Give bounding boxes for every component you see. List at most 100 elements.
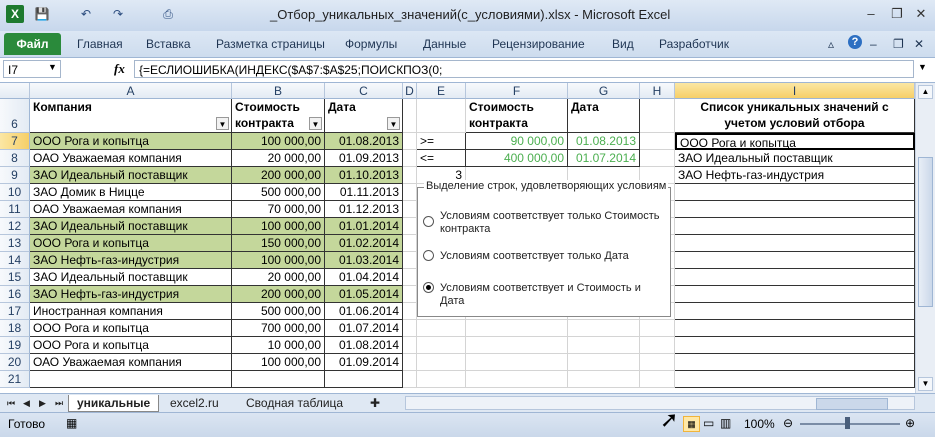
criteria-date[interactable]: 01.07.2014 [568, 150, 640, 167]
company-cell[interactable]: ЗАО Нефть-газ-индустрия [30, 252, 232, 269]
ribbon-restore-icon[interactable]: ❐ [893, 37, 904, 51]
cost-cell[interactable]: 70 000,00 [232, 201, 325, 218]
cost-cell[interactable]: 10 000,00 [232, 337, 325, 354]
radio-date-only[interactable] [423, 250, 434, 261]
date-cell[interactable]: 01.12.2013 [325, 201, 403, 218]
date-cell[interactable]: 01.03.2014 [325, 252, 403, 269]
cell-d[interactable] [403, 218, 417, 235]
cell-d[interactable] [403, 269, 417, 286]
cell-g[interactable] [568, 371, 640, 388]
criteria-date[interactable]: 01.08.2013 [568, 133, 640, 150]
cost-cell[interactable]: 200 000,00 [232, 286, 325, 303]
cell-h[interactable] [640, 150, 675, 167]
tab-formulas[interactable]: Формулы [345, 37, 397, 51]
cell-e[interactable] [417, 337, 466, 354]
row-header[interactable]: 19 [0, 337, 30, 354]
date-cell[interactable]: 01.07.2014 [325, 320, 403, 337]
cell-g[interactable] [568, 320, 640, 337]
column-header-h[interactable]: H [640, 83, 675, 99]
prev-sheet-icon[interactable]: ◀ [20, 395, 33, 411]
cell-f[interactable] [466, 320, 568, 337]
date-cell[interactable]: 01.04.2014 [325, 269, 403, 286]
cell-h[interactable] [640, 354, 675, 371]
row-header[interactable]: 6 [0, 99, 30, 133]
collapse-ribbon-icon[interactable]: ▵ [828, 37, 834, 51]
page-layout-view-icon[interactable]: ▭ [703, 416, 714, 430]
date-cell[interactable]: 01.09.2014 [325, 354, 403, 371]
cell-h[interactable] [640, 320, 675, 337]
cell-d[interactable] [403, 303, 417, 320]
unique-list-item[interactable]: ООО Рога и копытца [675, 133, 915, 150]
scroll-up-icon[interactable]: ▲ [918, 85, 933, 99]
tab-data[interactable]: Данные [423, 37, 466, 51]
unique-list-item[interactable]: ЗАО Идеальный поставщик [675, 150, 915, 167]
company-cell[interactable]: ЗАО Нефть-газ-индустрия [30, 286, 232, 303]
date-cell[interactable]: 01.08.2013 [325, 133, 403, 150]
row-header[interactable]: 12 [0, 218, 30, 235]
company-cell[interactable]: ООО Рога и копытца [30, 133, 232, 150]
date-cell[interactable]: 01.01.2014 [325, 218, 403, 235]
cell-d[interactable] [403, 235, 417, 252]
cost-cell[interactable]: 100 000,00 [232, 252, 325, 269]
tab-page-layout[interactable]: Разметка страницы [216, 37, 325, 51]
filter-dropdown-icon[interactable]: ▼ [216, 117, 229, 130]
column-header-a[interactable]: A [30, 83, 232, 99]
print-icon[interactable]: ⎙ [160, 6, 176, 22]
tab-review[interactable]: Рецензирование [492, 37, 585, 51]
cell-g[interactable] [568, 337, 640, 354]
cell-e[interactable] [417, 354, 466, 371]
date-cell[interactable]: 01.09.2013 [325, 150, 403, 167]
normal-view-icon[interactable]: ▦ [683, 416, 700, 432]
help-icon[interactable]: ? [848, 35, 862, 49]
cost-cell[interactable] [232, 371, 325, 388]
close-icon[interactable]: ✕ [908, 4, 934, 24]
unique-list-item[interactable] [675, 218, 915, 235]
row-header[interactable]: 16 [0, 286, 30, 303]
sheet-tab-pivot[interactable]: Сводная таблица [238, 395, 351, 411]
cost-cell[interactable]: 200 000,00 [232, 167, 325, 184]
redo-icon[interactable]: ↷ [110, 6, 126, 22]
unique-list-item[interactable]: ЗАО Нефть-газ-индустрия [675, 167, 915, 184]
cell-d[interactable] [403, 286, 417, 303]
column-header-f[interactable]: F [466, 83, 568, 99]
tab-file[interactable]: Файл [4, 33, 61, 55]
column-header-c[interactable]: C [325, 83, 403, 99]
row-header[interactable]: 17 [0, 303, 30, 320]
unique-list-item[interactable] [675, 252, 915, 269]
tab-view[interactable]: Вид [612, 37, 634, 51]
company-cell[interactable]: ОАО Уважаемая компания [30, 354, 232, 371]
company-cell[interactable]: ОАО Уважаемая компания [30, 201, 232, 218]
formula-input[interactable]: {=ЕСЛИОШИБКА(ИНДЕКС($A$7:$A$25;ПОИСКПОЗ(… [134, 60, 914, 78]
column-header-g[interactable]: G [568, 83, 640, 99]
cell-d6[interactable] [403, 99, 417, 133]
cost-cell[interactable]: 20 000,00 [232, 150, 325, 167]
company-cell[interactable]: ООО Рога и копытца [30, 337, 232, 354]
company-cell[interactable]: ЗАО Идеальный поставщик [30, 269, 232, 286]
date-cell[interactable]: 01.08.2014 [325, 337, 403, 354]
row-header[interactable]: 18 [0, 320, 30, 337]
page-break-view-icon[interactable]: ▥ [720, 416, 731, 430]
select-all-corner[interactable] [0, 83, 30, 99]
zoom-slider-thumb[interactable] [845, 417, 850, 429]
unique-list-item[interactable] [675, 201, 915, 218]
ribbon-close-icon[interactable]: ✕ [914, 37, 924, 51]
cost-cell[interactable]: 20 000,00 [232, 269, 325, 286]
unique-list-item[interactable] [675, 320, 915, 337]
unique-list-item[interactable] [675, 184, 915, 201]
column-header-i[interactable]: I [675, 83, 915, 99]
sheet-tab-unique[interactable]: уникальные [68, 395, 160, 412]
company-cell[interactable]: Иностранная компания [30, 303, 232, 320]
column-header-e[interactable]: E [417, 83, 466, 99]
company-cell[interactable]: ЗАО Домик в Ницце [30, 184, 232, 201]
cost-cell[interactable]: 150 000,00 [232, 235, 325, 252]
undo-icon[interactable]: ↶ [78, 6, 94, 22]
cell-d[interactable] [403, 252, 417, 269]
cell-d[interactable] [403, 201, 417, 218]
row-header[interactable]: 9 [0, 167, 30, 184]
cell-d[interactable] [403, 150, 417, 167]
row-header[interactable]: 13 [0, 235, 30, 252]
row-header[interactable]: 15 [0, 269, 30, 286]
row-header[interactable]: 7 [0, 133, 30, 150]
company-cell[interactable]: ЗАО Идеальный поставщик [30, 167, 232, 184]
cell-d[interactable] [403, 337, 417, 354]
